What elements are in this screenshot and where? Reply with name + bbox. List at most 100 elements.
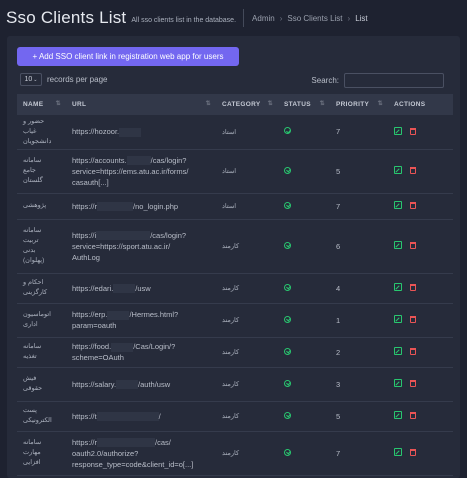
column-header-name[interactable]: NAME ⇅ <box>17 94 66 115</box>
sort-icon: ⇅ <box>267 101 273 107</box>
trash-icon[interactable] <box>410 202 416 209</box>
table-row: پست الکترونیکی https://t / کارمند 5 <box>17 401 453 432</box>
edit-icon[interactable] <box>394 411 402 419</box>
cell-url: https://i/cas/login? service=https://spor… <box>66 219 216 274</box>
table-row: فیش حقوقی https://salary. /auth/usw کارمند 3 <box>17 367 453 402</box>
cell-status <box>278 401 330 432</box>
records-per-page-label: records per page <box>47 75 108 84</box>
check-circle-icon <box>284 127 291 135</box>
breadcrumb-current: List <box>355 13 368 23</box>
name-line: اداری <box>23 321 38 328</box>
cell-actions <box>388 367 453 402</box>
url-segment: service=https://ems.atu.ac.ir/forms/ <box>72 166 189 176</box>
cell-category: کارمند <box>216 367 278 402</box>
name-line: سامانه <box>23 343 42 350</box>
url-segment: service=https://sport.atu.ac.ir/ <box>72 241 171 251</box>
trash-icon[interactable] <box>410 284 416 291</box>
name-line: کارگزینی <box>23 289 48 296</box>
edit-icon[interactable] <box>394 315 402 323</box>
check-circle-icon <box>284 411 291 419</box>
cell-category: استاد <box>216 149 278 194</box>
cell-actions <box>388 303 453 338</box>
column-header-status[interactable]: STATUS ⇅ <box>278 94 330 115</box>
cell-category: کارمند <box>216 273 278 304</box>
url-segment: https://r <box>72 437 98 447</box>
name-line: سامانه <box>23 227 42 234</box>
url-segment: oauth2.0/authorize? <box>72 448 139 458</box>
cell-url: https://r/no_login.php <box>66 193 216 220</box>
cell-status <box>278 431 330 476</box>
cell-url: https://hozoor. <box>66 115 216 150</box>
name-line: جامع <box>23 167 36 174</box>
name-line: حضور و <box>23 117 45 125</box>
column-header-priority[interactable]: PRIORITY ⇅ <box>330 94 388 115</box>
trash-icon[interactable] <box>410 348 416 355</box>
url-line: https://hozoor. <box>72 126 210 137</box>
add-sso-client-button[interactable]: + Add SSO client link in registration we… <box>17 47 239 66</box>
edit-icon[interactable] <box>394 166 402 174</box>
page-length-select[interactable]: 10 ⌄ <box>20 73 42 86</box>
edit-icon[interactable] <box>394 241 402 249</box>
column-header-url[interactable]: URL ⇅ <box>66 94 216 115</box>
url-segment: https://erp. <box>72 310 108 319</box>
url-line: param=oauth <box>72 320 210 331</box>
column-header-category[interactable]: CATEGORY ⇅ <box>216 94 278 115</box>
url-line: service=https://ems.atu.ac.ir/forms/ <box>72 166 210 177</box>
url-line: https://salary. /auth/usw <box>72 379 210 390</box>
table-row: حضور و غیاب دانشجویان https://hozoor. استاد 7 <box>17 115 453 150</box>
trash-icon[interactable] <box>410 316 416 323</box>
cell-url: https://t / <box>66 401 216 432</box>
trash-icon[interactable] <box>410 167 416 174</box>
url-line: casauth[...] <box>72 177 210 188</box>
edit-icon[interactable] <box>394 347 402 355</box>
url-segment: /no_login.php <box>133 201 179 211</box>
url-segment: scheme=OAuth <box>72 353 124 362</box>
name-line: بدنی <box>23 247 36 254</box>
edit-icon[interactable] <box>394 126 402 135</box>
cell-url: https://accounts. /cas/login? service=http… <box>66 149 216 194</box>
name-line: سامانه <box>23 157 42 164</box>
sort-icon: ⇅ <box>377 101 383 107</box>
cell-name: اتوماسیون اداری <box>17 303 66 338</box>
redacted-segment <box>97 438 156 448</box>
edit-icon[interactable] <box>394 201 402 209</box>
cell-url: https://food. /Cas/Login/? scheme=OAuth <box>66 337 216 368</box>
url-segment: https://r <box>72 201 98 211</box>
url-line: service=https://sport.atu.ac.ir/ <box>72 241 210 252</box>
trash-icon[interactable] <box>410 449 416 456</box>
check-circle-icon <box>284 283 291 291</box>
cell-category: کارمند <box>216 337 278 368</box>
breadcrumb-sso-clients[interactable]: Sso Clients List <box>287 14 342 23</box>
breadcrumb-admin[interactable]: Admin <box>252 14 275 23</box>
check-circle-icon <box>284 166 291 174</box>
page-title: Sso Clients List <box>6 8 127 27</box>
table-row: اتوماسیون اداری https://erp. /Hermes.html? p… <box>17 303 453 338</box>
cell-actions <box>388 115 453 150</box>
cell-name: پست الکترونیکی <box>17 401 66 432</box>
redacted-segment <box>116 380 139 390</box>
name-line: پست <box>23 407 37 414</box>
trash-icon[interactable] <box>410 242 416 249</box>
search-input[interactable] <box>344 73 444 88</box>
cell-priority: 2 <box>330 337 388 368</box>
edit-icon[interactable] <box>394 283 402 291</box>
chevron-right-icon: › <box>279 13 283 23</box>
cell-name: حضور و غیاب دانشجویان <box>17 115 66 150</box>
sort-icon: ⇅ <box>319 101 325 107</box>
cell-status <box>278 219 330 274</box>
trash-icon[interactable] <box>410 412 416 419</box>
search-label: Search: <box>311 76 339 85</box>
cell-actions <box>388 193 453 220</box>
trash-icon[interactable] <box>410 127 416 135</box>
name-line: حقوقی <box>23 385 43 392</box>
redacted-segment <box>97 202 134 212</box>
url-line: https://accounts. /cas/login? <box>72 155 210 166</box>
sort-icon: ⇅ <box>205 101 211 107</box>
edit-icon[interactable] <box>394 379 402 387</box>
check-circle-icon <box>284 241 291 249</box>
edit-icon[interactable] <box>394 448 402 456</box>
trash-icon[interactable] <box>410 380 416 387</box>
cell-actions <box>388 337 453 368</box>
check-circle-icon <box>284 201 291 209</box>
url-segment: /auth/usw <box>138 379 171 389</box>
